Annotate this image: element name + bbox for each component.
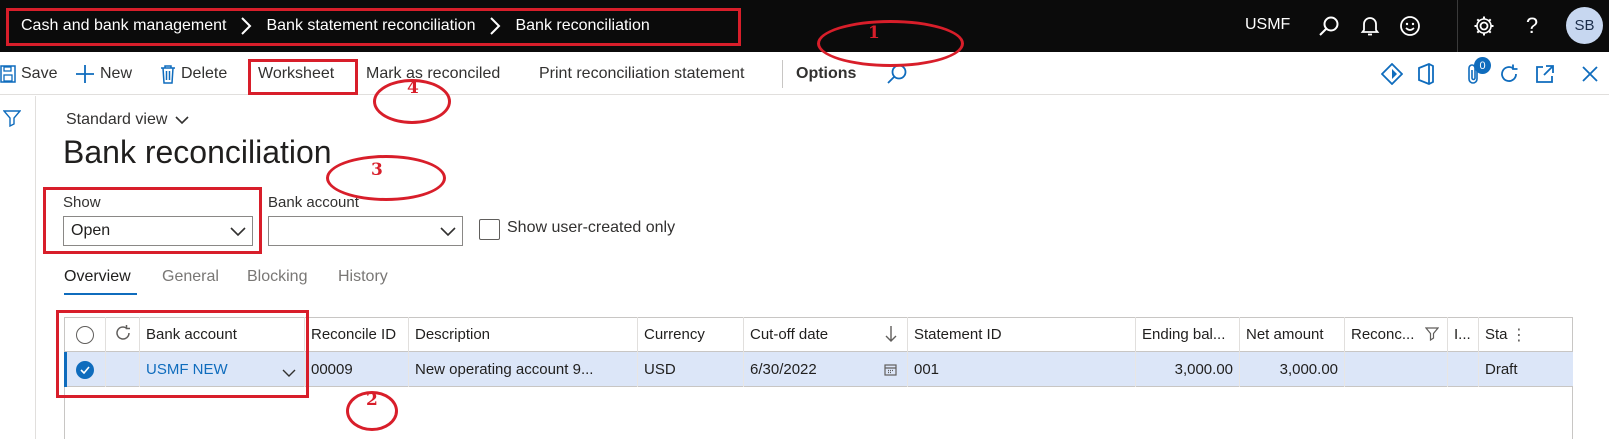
calendar-icon[interactable] <box>884 363 897 380</box>
column-header-status-label: Sta <box>1485 326 1508 343</box>
status-cell[interactable]: Draft <box>1479 352 1537 387</box>
new-button[interactable]: New <box>75 62 132 86</box>
company-picker[interactable]: USMF <box>1245 16 1290 34</box>
column-header-statement-id[interactable]: Statement ID <box>908 317 1136 352</box>
cutoff-date-cell[interactable]: 6/30/2022 <box>744 352 908 387</box>
annotation-ellipse-1 <box>817 20 964 67</box>
description-cell[interactable]: New operating account 9... <box>409 352 638 387</box>
refresh-icon[interactable] <box>1497 62 1521 86</box>
column-header-i[interactable]: I... <box>1448 317 1479 352</box>
filter-icon <box>1424 327 1440 345</box>
show-user-created-checkbox[interactable] <box>479 219 500 240</box>
trash-icon <box>160 64 176 84</box>
bank-account-label: Bank account <box>268 194 359 211</box>
filter-icon[interactable] <box>2 109 22 132</box>
smiley-icon[interactable] <box>1398 14 1422 38</box>
tab-general[interactable]: General <box>162 268 219 286</box>
column-header-currency[interactable]: Currency <box>638 317 744 352</box>
avatar[interactable]: SB <box>1566 7 1603 44</box>
column-header-status[interactable]: Sta ⋮ <box>1479 317 1537 352</box>
tab-history[interactable]: History <box>338 268 388 286</box>
options-button[interactable]: Options <box>796 62 856 86</box>
annotation-box-1 <box>6 8 741 46</box>
statement-id-cell[interactable]: 001 <box>908 352 1136 387</box>
plus-icon <box>75 64 95 84</box>
view-selector-label: Standard view <box>66 111 168 128</box>
left-rail <box>0 96 36 439</box>
column-header-ending-balance[interactable]: Ending bal... <box>1136 317 1240 352</box>
save-icon <box>0 65 16 83</box>
delete-button[interactable]: Delete <box>160 62 227 86</box>
i-cell[interactable] <box>1448 352 1479 387</box>
annotation-number-2: 2 <box>366 390 378 410</box>
annotation-box-2 <box>56 310 309 398</box>
column-header-net-amount[interactable]: Net amount <box>1240 317 1345 352</box>
toolbar-divider <box>1457 0 1458 52</box>
action-divider <box>782 60 783 88</box>
annotation-number-4: 4 <box>407 78 419 98</box>
tab-overview[interactable]: Overview <box>64 268 131 286</box>
column-header-description[interactable]: Description <box>409 317 638 352</box>
gear-icon[interactable] <box>1472 14 1496 38</box>
column-header-cutoff-date-label: Cut-off date <box>750 326 829 343</box>
column-header-reconciled-label: Reconc... <box>1351 326 1415 343</box>
sort-descending-icon <box>885 325 897 347</box>
net-amount-cell[interactable]: 3,000.00 <box>1240 352 1345 387</box>
new-label: New <box>100 65 133 82</box>
column-header-reconciled[interactable]: Reconc... <box>1345 317 1448 352</box>
attachment-count-badge: 0 <box>1474 57 1491 74</box>
chevron-down-icon <box>440 224 456 242</box>
currency-cell[interactable]: USD <box>638 352 744 387</box>
print-reconciliation-statement-button[interactable]: Print reconciliation statement <box>539 62 744 86</box>
annotation-number-3: 3 <box>371 160 383 180</box>
more-options-icon[interactable]: ⋮ <box>1511 325 1527 345</box>
active-tab-indicator <box>64 293 137 295</box>
reconciled-cell[interactable] <box>1345 352 1448 387</box>
power-apps-icon[interactable] <box>1380 62 1404 86</box>
tab-blocking[interactable]: Blocking <box>247 268 307 286</box>
column-header-cutoff-date[interactable]: Cut-off date <box>744 317 908 352</box>
close-icon[interactable] <box>1578 62 1602 86</box>
save-label: Save <box>21 65 58 82</box>
office-icon[interactable] <box>1414 62 1438 86</box>
search-icon[interactable] <box>1317 14 1341 38</box>
show-user-created-label: Show user-created only <box>507 219 676 236</box>
reconcile-id-cell[interactable]: 00009 <box>305 352 409 387</box>
column-header-reconcile-id[interactable]: Reconcile ID <box>305 317 409 352</box>
delete-label: Delete <box>181 65 228 82</box>
page-title: Bank reconciliation <box>63 134 332 170</box>
save-button[interactable]: Save <box>0 62 57 86</box>
view-selector[interactable]: Standard view <box>66 111 189 129</box>
bank-account-dropdown[interactable] <box>268 216 463 246</box>
annotation-number-1: 1 <box>868 23 880 43</box>
annotation-box-4 <box>248 59 358 95</box>
help-icon[interactable]: ? <box>1520 13 1544 38</box>
ending-balance-cell[interactable]: 3,000.00 <box>1136 352 1240 387</box>
bell-icon[interactable] <box>1358 14 1382 38</box>
annotation-ellipse-3 <box>326 155 446 201</box>
chevron-down-icon <box>175 115 189 125</box>
cutoff-date-value: 6/30/2022 <box>750 361 817 378</box>
annotation-box-3 <box>43 187 262 254</box>
open-in-new-window-icon[interactable] <box>1533 62 1557 86</box>
